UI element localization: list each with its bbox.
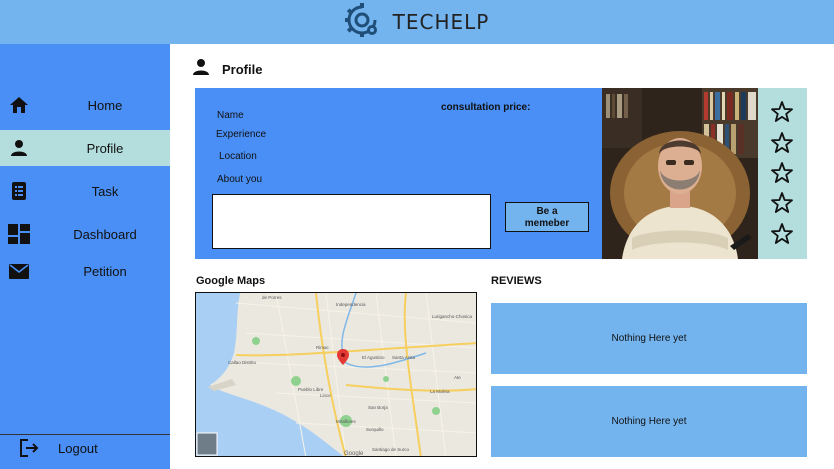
gear-logo-icon xyxy=(344,2,379,42)
star-icon[interactable] xyxy=(770,222,794,246)
mail-icon xyxy=(8,260,30,282)
home-icon xyxy=(8,94,30,116)
about-label: About you xyxy=(217,174,263,185)
page-header: Profile xyxy=(192,58,262,81)
user-icon xyxy=(8,137,30,159)
reviews-title: REVIEWS xyxy=(491,275,542,287)
brand[interactable]: TECHELP xyxy=(344,2,490,42)
sidebar-item-dashboard[interactable]: Dashboard xyxy=(0,216,170,252)
about-textarea[interactable] xyxy=(212,194,491,249)
experience-label: Experience xyxy=(216,129,267,140)
logout-icon xyxy=(18,437,40,459)
name-label: Name xyxy=(217,110,244,121)
map-place-label: Rimac xyxy=(316,345,330,350)
review-card: Nothing Here yet xyxy=(491,386,807,457)
sidebar-item-petition[interactable]: Petition xyxy=(0,253,170,289)
map-attribution: Google xyxy=(344,451,364,457)
sidebar-item-label: Petition xyxy=(83,263,127,279)
map-place-label: de Porres xyxy=(262,295,282,300)
clipboard-icon xyxy=(8,180,30,202)
star-icon[interactable] xyxy=(770,131,794,155)
rating-stars xyxy=(758,88,807,259)
be-a-member-button[interactable]: Be a memeber xyxy=(505,202,589,232)
map-place-label: Independencia xyxy=(336,302,366,307)
map-place-label: Lurigancho-Chosica xyxy=(432,314,473,319)
map-title: Google Maps xyxy=(196,275,266,287)
map-place-label: Ate xyxy=(454,375,461,380)
top-bar: TECHELP xyxy=(0,0,834,44)
map-place-label: La Molina xyxy=(430,389,450,394)
map-place-label: San Borja xyxy=(368,405,388,410)
logout-label: Logout xyxy=(58,440,98,456)
main-content: Profile Name Experience Location About y… xyxy=(170,44,834,469)
app-title: TECHELP xyxy=(392,10,490,34)
profile-photo xyxy=(602,88,758,259)
sidebar-item-label: Dashboard xyxy=(73,226,137,242)
star-icon[interactable] xyxy=(770,191,794,215)
google-map[interactable]: de Porres Independencia Lurigancho-Chosi… xyxy=(195,292,477,457)
sidebar-item-label: Profile xyxy=(86,140,124,156)
sidebar-item-home[interactable]: Home xyxy=(0,87,170,123)
star-icon[interactable] xyxy=(770,100,794,124)
map-place-label: Santiago de Surco xyxy=(372,447,410,452)
user-icon xyxy=(192,58,210,81)
page-title: Profile xyxy=(222,62,263,77)
map-place-label: Santa Anita xyxy=(392,355,416,360)
satellite-toggle-icon[interactable] xyxy=(196,432,218,456)
sidebar-item-label: Task xyxy=(91,183,119,199)
logout-button[interactable]: Logout xyxy=(0,430,170,466)
map-place-label: Miraflores xyxy=(336,419,357,424)
consultation-price-label: consultation price: xyxy=(441,102,531,113)
location-label: Location xyxy=(219,151,257,162)
sidebar-item-label: Home xyxy=(87,97,123,113)
dashboard-icon xyxy=(8,223,30,245)
map-place-label: Lince xyxy=(320,393,331,398)
map-place-label: Surquillo xyxy=(366,427,384,432)
sidebar-item-profile[interactable]: Profile xyxy=(0,130,170,166)
profile-card: Name Experience Location About you consu… xyxy=(195,88,602,259)
review-card: Nothing Here yet xyxy=(491,303,807,374)
map-place-label: El Agustino xyxy=(362,355,385,360)
star-icon[interactable] xyxy=(770,161,794,185)
sidebar-item-task[interactable]: Task xyxy=(0,173,170,209)
map-place-label: Callao Distrito xyxy=(228,360,257,365)
map-place-label: Pueblo Libre xyxy=(298,387,324,392)
sidebar: Home Profile Task Dashboard Petition Log… xyxy=(0,44,170,469)
